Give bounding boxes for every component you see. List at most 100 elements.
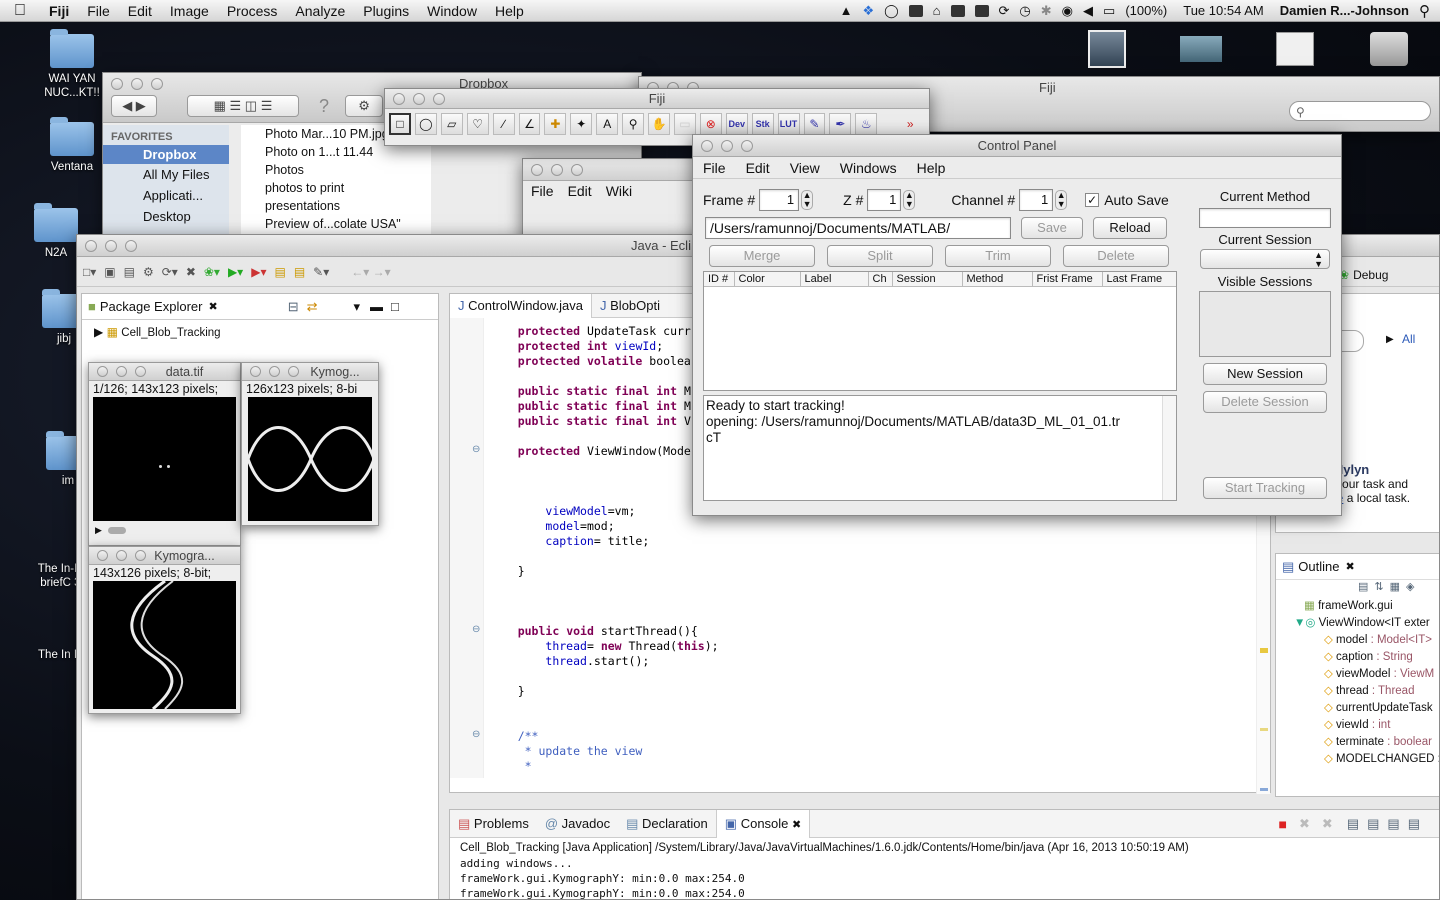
fold-icon[interactable]: ⊖ (472, 624, 480, 635)
tracks-table[interactable]: ID # Color Label Ch Session Method Frist… (703, 271, 1177, 391)
back-forward-button[interactable]: ◀ ▶ (111, 95, 157, 117)
col-first-frame[interactable]: Frist Frame (1032, 272, 1103, 287)
wiki-menu-wiki[interactable]: Wiki (606, 183, 632, 199)
path-field[interactable]: /Users/ramunnoj/Documents/MATLAB/ (705, 217, 1011, 239)
close-icon[interactable]: ✖ (1346, 560, 1355, 573)
zoom-button[interactable] (125, 240, 137, 252)
outline-item[interactable]: ◇ model : Model<IT> (1284, 632, 1439, 649)
tab-console[interactable]: ▣ Console ✖ (715, 809, 811, 838)
evernote-icon[interactable] (908, 4, 923, 17)
clock[interactable]: Tue 10:54 AM (1183, 3, 1263, 18)
visible-sessions-list[interactable] (1199, 291, 1331, 357)
battery-icon[interactable]: ▭ (1103, 3, 1115, 19)
desktop-thumbnail-photo[interactable] (1088, 30, 1126, 68)
col-method[interactable]: Method (962, 272, 1033, 287)
external-tools-icon[interactable]: ▶▾ (251, 265, 266, 279)
current-method-field[interactable] (1199, 208, 1331, 228)
menu-process[interactable]: Process (218, 3, 287, 19)
delete-button[interactable]: Delete (1063, 245, 1169, 267)
search-tool-icon[interactable]: ✎▾ (313, 265, 329, 279)
expand-arrow-icon[interactable]: ▶ (94, 325, 103, 339)
minimize-button[interactable] (721, 140, 733, 152)
oval-tool-icon[interactable]: ◯ (414, 113, 437, 135)
minimize-button[interactable] (269, 366, 280, 377)
cp-menu-view[interactable]: View (790, 160, 820, 176)
close-button[interactable] (393, 93, 405, 105)
outline-item[interactable]: ◇ terminate : boolear (1284, 734, 1439, 751)
desktop-thumbnail-chart[interactable] (1180, 36, 1222, 62)
tab-package-explorer[interactable]: Package Explorer (100, 299, 203, 314)
trim-button[interactable]: Trim (945, 245, 1051, 267)
tab-controlwindow[interactable]: J ControlWindow.java (450, 293, 593, 318)
terminate-icon[interactable]: ■ (1279, 816, 1287, 832)
code-content[interactable]: protected UpdateTask curr protected int … (490, 324, 719, 774)
close-icon[interactable]: ✖ (792, 819, 801, 831)
frame-field[interactable]: 1 (759, 189, 800, 211)
desktop-icon-wai-yan[interactable]: WAI YAN NUC...KT!! (42, 29, 102, 100)
outline-item[interactable]: ▼◎ ViewWindow<IT exter (1284, 615, 1439, 632)
stk-tool[interactable]: Stk (751, 113, 774, 135)
frame-stepper-icon[interactable]: ▲ ▼ (801, 190, 814, 210)
minimize-button[interactable] (413, 93, 425, 105)
user-name[interactable]: Damien R...-Johnson (1280, 3, 1409, 18)
zoom-button[interactable] (135, 366, 146, 377)
text-tool-icon[interactable]: A (596, 113, 619, 135)
display-icon[interactable] (950, 4, 965, 17)
fold-icon[interactable]: ⊖ (472, 729, 480, 740)
tab-declaration[interactable]: ▤ Declaration (618, 816, 716, 832)
cp-menu-help[interactable]: Help (917, 160, 946, 176)
cp-menu-edit[interactable]: Edit (746, 160, 770, 176)
outline-item[interactable]: ◇ viewId : int (1284, 717, 1439, 734)
wiki-menu-file[interactable]: File (531, 183, 554, 199)
close-button[interactable] (111, 78, 123, 90)
tab-blobopti[interactable]: J BlobOpti (592, 298, 668, 313)
wifi-icon[interactable]: ◉ (1062, 3, 1073, 19)
desktop-thumbnail-xls[interactable] (1276, 32, 1314, 66)
outline-item[interactable]: ◇ caption : String (1284, 649, 1439, 666)
remove-all-icon[interactable]: ✖ (1322, 816, 1333, 832)
outline-item[interactable]: ◇ thread : Thread (1284, 683, 1439, 700)
merge-button[interactable]: Merge (709, 245, 815, 267)
log-scrollbar[interactable] (1162, 396, 1176, 500)
tab-outline[interactable]: Outline (1298, 559, 1339, 574)
zoom-button[interactable] (135, 550, 146, 561)
link-editor-icon[interactable]: ⇄ (307, 299, 318, 315)
view-mode-buttons[interactable]: ▦ ☰ ◫ ☰ (187, 95, 299, 117)
collapse-all-icon[interactable]: ⊟ (288, 299, 299, 315)
menu-plugins[interactable]: Plugins (354, 3, 418, 19)
menu-file[interactable]: File (78, 3, 119, 19)
col-ch[interactable]: Ch (868, 272, 893, 287)
line-tool-icon[interactable]: ∕ (492, 113, 515, 135)
outline-item[interactable]: ◇ viewModel : ViewM (1284, 666, 1439, 683)
sidebar-item-all-my-files[interactable]: All My Files (103, 164, 229, 185)
channel-field[interactable]: 1 (1019, 189, 1054, 211)
close-button[interactable] (97, 366, 108, 377)
cp-menu-windows[interactable]: Windows (840, 160, 897, 176)
slider-thumb[interactable] (107, 526, 126, 534)
menu-edit[interactable]: Edit (119, 3, 161, 19)
minimize-button[interactable] (551, 164, 563, 176)
close-button[interactable] (97, 550, 108, 561)
image-canvas[interactable] (93, 397, 236, 521)
menu-window[interactable]: Window (418, 3, 486, 19)
outline-toolbar[interactable]: ▤⇅▦◈ (1276, 580, 1439, 598)
magnifier-tool-icon[interactable]: ⚲ (622, 113, 645, 135)
menu-help[interactable]: Help (486, 3, 533, 19)
rectangle-tool-icon[interactable]: □ (389, 113, 411, 135)
delete-session-button[interactable]: Delete Session (1203, 391, 1327, 413)
zoom-button[interactable] (571, 164, 583, 176)
stop-tool-icon[interactable]: ⊗ (699, 113, 722, 135)
save-icon[interactable]: ▣ (104, 265, 115, 279)
maximize-icon[interactable]: □ (391, 299, 399, 314)
file-item[interactable]: photos to print (265, 179, 431, 197)
minimize-icon[interactable]: ▬ (370, 299, 383, 314)
warning-marker[interactable] (1260, 728, 1268, 731)
dev-tool[interactable]: Dev (725, 113, 748, 135)
lut-tool[interactable]: LUT (777, 113, 800, 135)
zoom-button[interactable] (741, 140, 753, 152)
clear-console-icon[interactable]: ▤ (1347, 816, 1359, 832)
bank-icon[interactable]: ⌂ (933, 3, 941, 18)
point-tool-icon[interactable]: ✚ (544, 113, 567, 135)
sidebar-item-dropbox[interactable]: Dropbox (103, 145, 229, 164)
app-menu[interactable]: Fiji (40, 3, 78, 19)
